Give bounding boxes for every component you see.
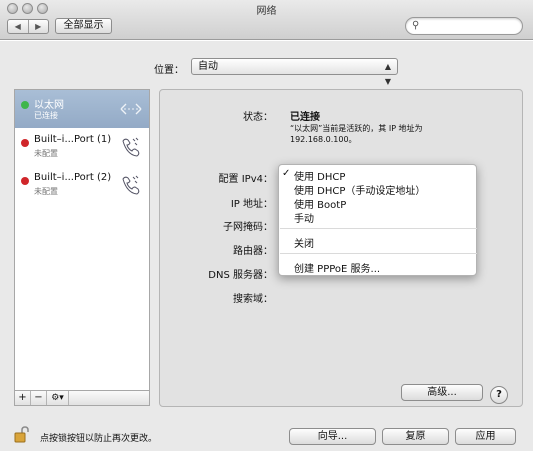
service-name: Built–i...Port (1) [34, 134, 112, 145]
status-label: 状态： [243, 112, 273, 123]
status-dot-icon [21, 177, 29, 185]
ethernet-arrows-icon [120, 103, 142, 115]
service-status: 已连接 [34, 111, 58, 120]
status-value: 已连接 [290, 112, 320, 123]
show-all-button[interactable]: 全部显示 [55, 18, 112, 34]
back-arrow-icon[interactable]: ◀ [8, 20, 28, 33]
dns-server-label: DNS 服务器： [208, 270, 273, 281]
menu-item-manual[interactable]: 手动 [294, 210, 314, 225]
apply-button[interactable]: 应用 [455, 428, 516, 445]
search-domains-label: 搜索域： [233, 294, 273, 305]
service-status: 未配置 [34, 149, 58, 158]
lock-icon[interactable] [13, 425, 31, 443]
menu-item-off[interactable]: 关闭 [294, 235, 314, 250]
service-status: 未配置 [34, 187, 58, 196]
service-name: Built–i...Port (2) [34, 172, 112, 183]
ip-address-label: IP 地址： [230, 199, 273, 210]
add-service-button[interactable]: + [15, 391, 31, 405]
status-description: “以太网”当前是活跃的，其 IP 地址为 192.168.0.100。 [290, 124, 423, 144]
subnet-mask-label: 子网掩码： [223, 222, 273, 233]
menu-item-bootp[interactable]: 使用 BootP [294, 196, 346, 211]
menu-item-dhcp-manual[interactable]: 使用 DHCP（手动设定地址） [294, 182, 425, 197]
title-bar: 网络 ◀ ▶ 全部显示 ⚲ [0, 0, 533, 40]
select-arrows-icon: ▲ ▼ [384, 62, 391, 86]
lock-hint-text: 点按锁按钮以防止再次更改。 [40, 434, 158, 444]
window-title: 网络 [256, 6, 277, 17]
search-input[interactable]: ⚲ [405, 17, 523, 35]
nav-back-forward: ◀ ▶ [7, 19, 49, 34]
status-dot-icon [21, 139, 29, 147]
phone-modem-icon [122, 137, 140, 157]
service-item-builtin-port-2[interactable]: Built–i...Port (2) 未配置 [15, 166, 149, 204]
menu-separator [280, 253, 477, 254]
assist-button[interactable]: 向导... [289, 428, 376, 445]
gear-icon[interactable]: ⚙▾ [47, 391, 69, 405]
location-label: 位置： [154, 65, 184, 76]
service-list: 以太网 已连接 Built–i...Port (1) 未配置 Built–i..… [14, 89, 150, 391]
help-button[interactable]: ? [490, 386, 508, 404]
menu-item-create-pppoe[interactable]: 创建 PPPoE 服务... [294, 260, 380, 275]
router-label: 路由器： [233, 246, 273, 257]
forward-arrow-icon[interactable]: ▶ [27, 20, 49, 33]
status-dot-icon [21, 101, 29, 109]
ipv4-configure-menu: ✓ 使用 DHCP 使用 DHCP（手动设定地址） 使用 BootP 手动 关闭… [278, 164, 477, 276]
search-icon: ⚲ [412, 20, 420, 31]
service-name: 以太网 [34, 100, 64, 111]
advanced-button[interactable]: 高级... [401, 384, 483, 401]
service-item-builtin-port-1[interactable]: Built–i...Port (1) 未配置 [15, 128, 149, 166]
configure-ipv4-label: 配置 IPv4： [218, 174, 273, 185]
phone-modem-icon [122, 175, 140, 195]
location-select[interactable]: 自动 ▲ ▼ [191, 58, 398, 86]
remove-service-button[interactable]: − [31, 391, 47, 405]
menu-separator [280, 228, 477, 229]
service-list-toolbar: + − ⚙▾ [14, 391, 150, 406]
menu-item-dhcp[interactable]: ✓ 使用 DHCP [282, 168, 345, 183]
location-value: 自动 [198, 61, 218, 72]
service-item-ethernet[interactable]: 以太网 已连接 [15, 90, 149, 128]
checkmark-icon: ✓ [282, 168, 291, 179]
revert-button[interactable]: 复原 [382, 428, 449, 445]
